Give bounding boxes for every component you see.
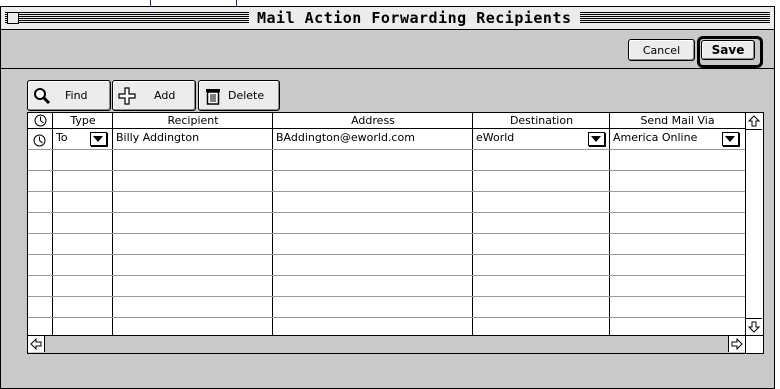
col-header-send-via[interactable]: Send Mail Via xyxy=(610,113,746,129)
table-row[interactable] xyxy=(28,318,745,335)
cell-address[interactable]: BAddington@eworld.com xyxy=(274,129,471,149)
col-header-icon xyxy=(28,113,54,129)
cell-type[interactable]: To xyxy=(54,129,86,149)
col-header-recipient[interactable]: Recipient xyxy=(113,113,274,129)
title-bar-stripes-left xyxy=(5,12,249,23)
down-arrow-icon[interactable] xyxy=(746,318,762,335)
col-header-address[interactable]: Address xyxy=(273,113,474,129)
cancel-button[interactable]: Cancel xyxy=(628,39,695,61)
vertical-scrollbar[interactable] xyxy=(745,113,763,335)
recipients-table: Type Recipient Address Destination Send … xyxy=(27,112,764,354)
title-bar[interactable]: Mail Action Forwarding Recipients xyxy=(1,7,774,30)
cell-destination[interactable]: eWorld xyxy=(474,129,586,149)
table-row[interactable] xyxy=(28,255,745,276)
close-box[interactable] xyxy=(7,12,19,24)
find-button[interactable]: Find xyxy=(27,80,111,111)
table-row[interactable] xyxy=(28,213,745,234)
dropdown-arrow-icon[interactable] xyxy=(722,132,739,146)
dropdown-arrow-icon[interactable] xyxy=(588,132,605,146)
add-button[interactable]: Add xyxy=(112,80,196,111)
table-row[interactable] xyxy=(28,171,745,192)
table-row[interactable] xyxy=(28,150,745,171)
clock-icon xyxy=(33,132,46,151)
table-row[interactable] xyxy=(28,276,745,297)
up-arrow-icon[interactable] xyxy=(746,113,762,130)
delete-button-label: Delete xyxy=(228,89,265,102)
save-button[interactable]: Save xyxy=(701,40,755,60)
find-button-label: Find xyxy=(65,89,88,102)
cell-recipient[interactable]: Billy Addington xyxy=(114,129,271,149)
table-row[interactable]: To Billy Addington BAddington@eworld.com… xyxy=(28,129,745,150)
table-row[interactable] xyxy=(28,192,745,213)
magnifier-icon xyxy=(33,87,51,105)
title-bar-stripes-right xyxy=(561,12,770,23)
add-button-label: Add xyxy=(154,89,176,102)
col-header-destination[interactable]: Destination xyxy=(473,113,611,129)
top-action-bar: Cancel Save xyxy=(1,30,774,69)
window-title: Mail Action Forwarding Recipients xyxy=(249,9,580,27)
right-arrow-icon[interactable] xyxy=(728,336,745,352)
table-row[interactable] xyxy=(28,297,745,318)
table-row[interactable] xyxy=(28,234,745,255)
plus-icon xyxy=(118,86,136,105)
scrollbar-corner xyxy=(745,335,763,353)
cell-send-via[interactable]: America Online xyxy=(611,129,718,149)
delete-button[interactable]: Delete xyxy=(198,80,280,111)
col-header-type[interactable]: Type xyxy=(53,113,114,129)
trash-icon xyxy=(204,87,222,105)
horizontal-scrollbar[interactable] xyxy=(28,335,745,353)
left-arrow-icon[interactable] xyxy=(28,336,45,352)
dropdown-arrow-icon[interactable] xyxy=(90,132,107,146)
